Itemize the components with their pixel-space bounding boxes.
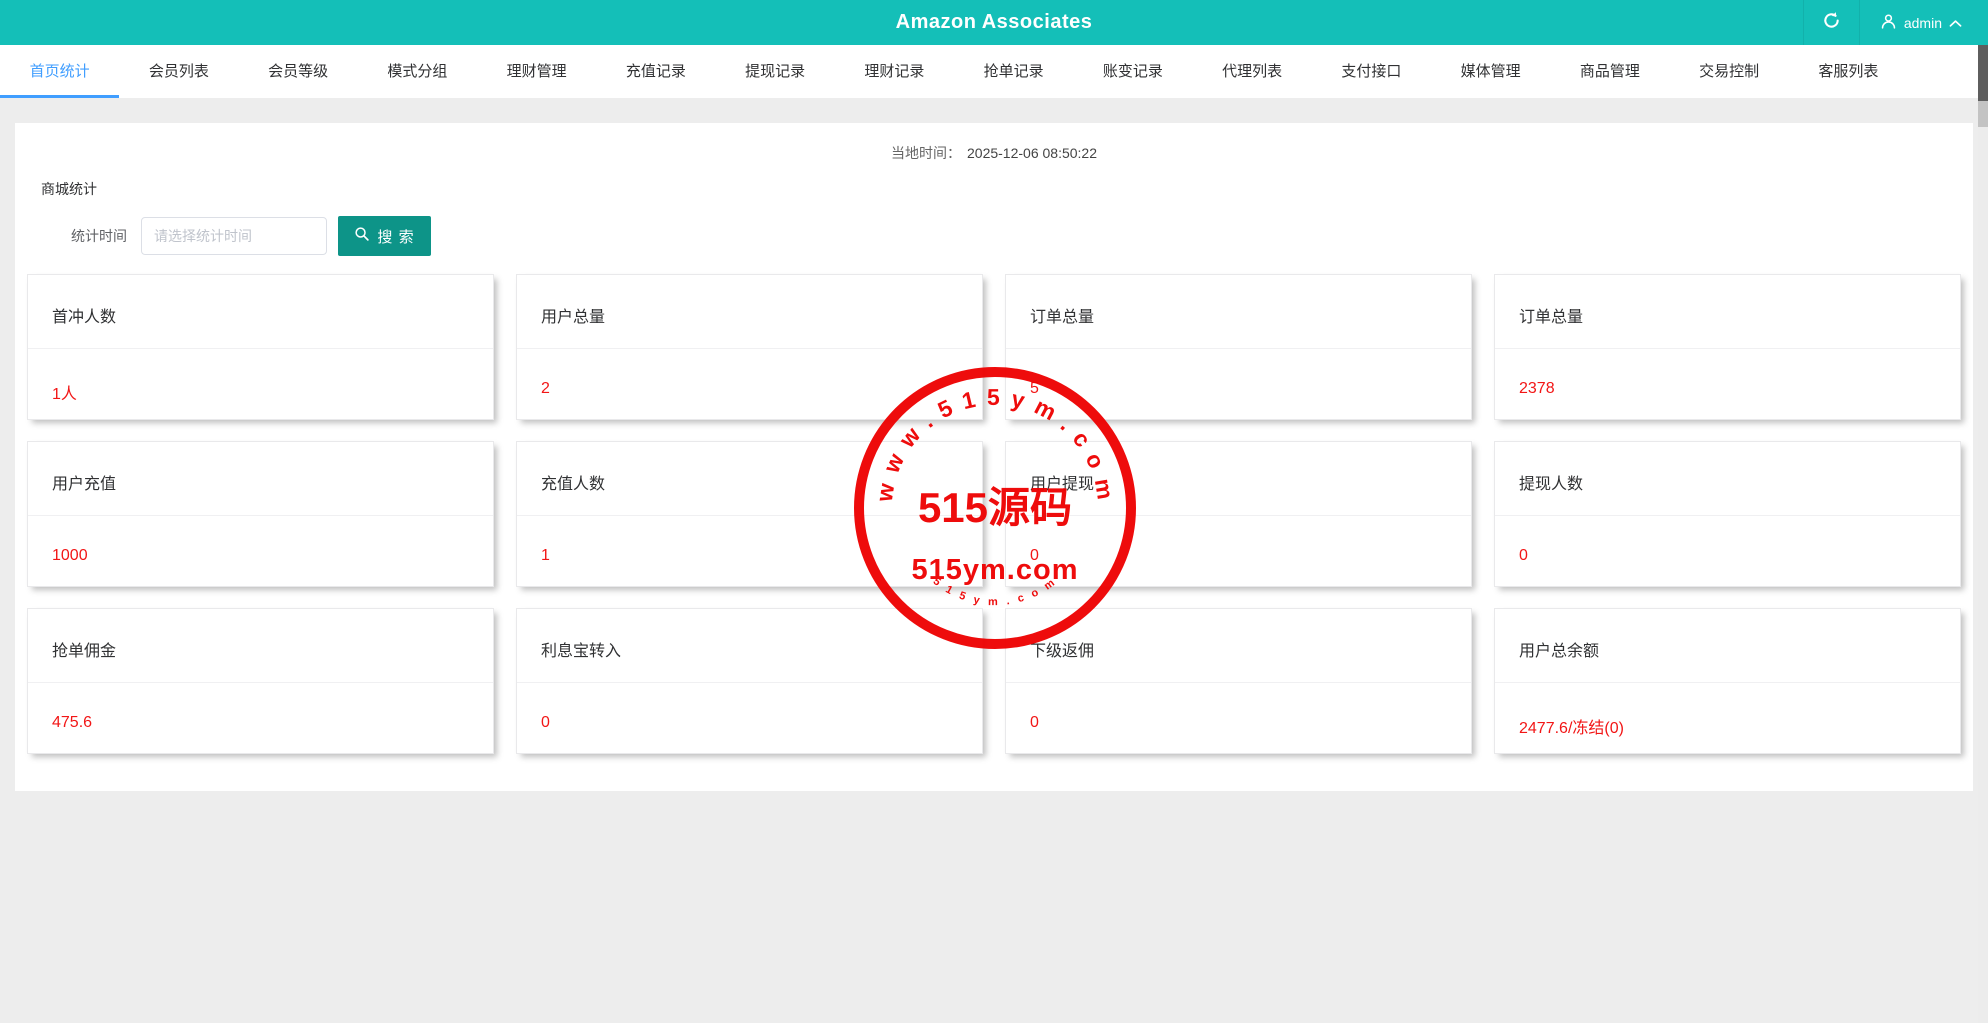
section-title: 商城统计: [41, 179, 1961, 199]
tab-item[interactable]: 理财记录: [835, 45, 954, 98]
stat-card-title: 订单总量: [1495, 275, 1960, 327]
stat-card: 充值人数 1: [516, 441, 983, 587]
stat-card-title: 用户总余额: [1495, 609, 1960, 661]
stat-card-divider: [1006, 682, 1471, 683]
stat-card-divider: [1006, 348, 1471, 349]
nav-tabbar: 首页统计 会员列表 会员等级 模式分组 理财管理 充值记录 提现记录 理财记录 …: [0, 45, 1988, 98]
stat-card-title: 利息宝转入: [517, 609, 982, 661]
stat-card-value: 0: [541, 714, 982, 732]
stat-time-input[interactable]: [141, 217, 327, 255]
stat-card-value: 2477.6/冻结(0): [1519, 714, 1960, 738]
content-panel: 当地时间： 2025-12-06 08:50:22 商城统计 统计时间 搜 索 首…: [15, 123, 1973, 791]
stat-card: 下级返佣 0: [1005, 608, 1472, 754]
tab-item[interactable]: 抢单记录: [954, 45, 1073, 98]
stat-time-label: 统计时间: [71, 226, 127, 246]
stat-card-title: 抢单佣金: [28, 609, 493, 661]
chevron-up-icon: [1949, 15, 1962, 31]
tab-item[interactable]: 代理列表: [1193, 45, 1312, 98]
stat-card-title: 充值人数: [517, 442, 982, 494]
refresh-button[interactable]: [1803, 0, 1859, 45]
stat-card: 首冲人数 1人: [27, 274, 494, 420]
tab-item[interactable]: 商品管理: [1550, 45, 1669, 98]
stat-card-title: 提现人数: [1495, 442, 1960, 494]
scrollbar-thumb-shade: [1978, 101, 1988, 127]
user-icon: [1880, 13, 1897, 33]
tab-item[interactable]: 模式分组: [358, 45, 477, 98]
app-title: Amazon Associates: [0, 11, 1988, 34]
tab-item[interactable]: 理财管理: [477, 45, 596, 98]
stat-card: 订单总量 5: [1005, 274, 1472, 420]
vertical-scrollbar[interactable]: [1978, 45, 1988, 1023]
stat-card-title: 用户总量: [517, 275, 982, 327]
stat-card-value: 0: [1030, 547, 1471, 565]
tab-item[interactable]: 账变记录: [1073, 45, 1192, 98]
stat-card-divider: [517, 348, 982, 349]
app-header: Amazon Associates admin: [0, 0, 1988, 45]
stat-card-value: 2: [541, 380, 982, 398]
refresh-icon: [1822, 11, 1841, 35]
main-area: 当地时间： 2025-12-06 08:50:22 商城统计 统计时间 搜 索 首…: [0, 98, 1988, 791]
stat-card-divider: [1495, 515, 1960, 516]
stat-card-value: 1人: [52, 380, 493, 404]
tab-item[interactable]: 支付接口: [1312, 45, 1431, 98]
stat-cards-grid: 首冲人数 1人 用户总量 2 订单总量 5 订单总量: [27, 274, 1961, 754]
stat-card: 提现人数 0: [1494, 441, 1961, 587]
stat-card: 抢单佣金 475.6: [27, 608, 494, 754]
stat-card: 用户总余额 2477.6/冻结(0): [1494, 608, 1961, 754]
stat-card: 用户总量 2: [516, 274, 983, 420]
stat-card-title: 首冲人数: [28, 275, 493, 327]
username-label: admin: [1904, 15, 1942, 31]
stat-card-divider: [1495, 682, 1960, 683]
search-icon: [354, 226, 370, 246]
local-time-label: 当地时间：: [891, 145, 961, 161]
local-time-row: 当地时间： 2025-12-06 08:50:22: [27, 143, 1961, 163]
stat-card-divider: [28, 348, 493, 349]
stat-card-title: 下级返佣: [1006, 609, 1471, 661]
stat-card-value: 1000: [52, 547, 493, 565]
stat-card: 订单总量 2378: [1494, 274, 1961, 420]
stat-card-value: 475.6: [52, 714, 493, 732]
tab-item[interactable]: 充值记录: [596, 45, 715, 98]
stat-card-divider: [1495, 348, 1960, 349]
tab-item[interactable]: 会员等级: [239, 45, 358, 98]
stat-card-value: 1: [541, 547, 982, 565]
stat-card-value: 5: [1030, 380, 1471, 398]
stat-card-title: 用户提现: [1006, 442, 1471, 494]
tab-item[interactable]: 首页统计: [0, 45, 119, 98]
stat-card-value: 0: [1519, 547, 1960, 565]
scrollbar-thumb[interactable]: [1978, 45, 1988, 101]
tab-item[interactable]: 客服列表: [1789, 45, 1908, 98]
stat-card-value: 0: [1030, 714, 1471, 732]
local-time-value: 2025-12-06 08:50:22: [967, 145, 1097, 161]
tab-item[interactable]: 提现记录: [716, 45, 835, 98]
stat-card: 用户提现 0: [1005, 441, 1472, 587]
stat-card-divider: [517, 515, 982, 516]
stat-filter-row: 统计时间 搜 索: [71, 216, 1961, 256]
tab-item[interactable]: 交易控制: [1670, 45, 1789, 98]
stat-card-title: 订单总量: [1006, 275, 1471, 327]
stat-card-divider: [28, 682, 493, 683]
stat-card-value: 2378: [1519, 380, 1960, 398]
tab-item[interactable]: 媒体管理: [1431, 45, 1550, 98]
stat-card: 用户充值 1000: [27, 441, 494, 587]
stat-card-divider: [1006, 515, 1471, 516]
user-menu[interactable]: admin: [1859, 0, 1988, 45]
stat-card-divider: [517, 682, 982, 683]
stat-card-divider: [28, 515, 493, 516]
stat-card: 利息宝转入 0: [516, 608, 983, 754]
tab-item[interactable]: 会员列表: [119, 45, 238, 98]
stat-card-title: 用户充值: [28, 442, 493, 494]
search-button[interactable]: 搜 索: [338, 216, 431, 256]
search-button-label: 搜 索: [377, 226, 414, 247]
